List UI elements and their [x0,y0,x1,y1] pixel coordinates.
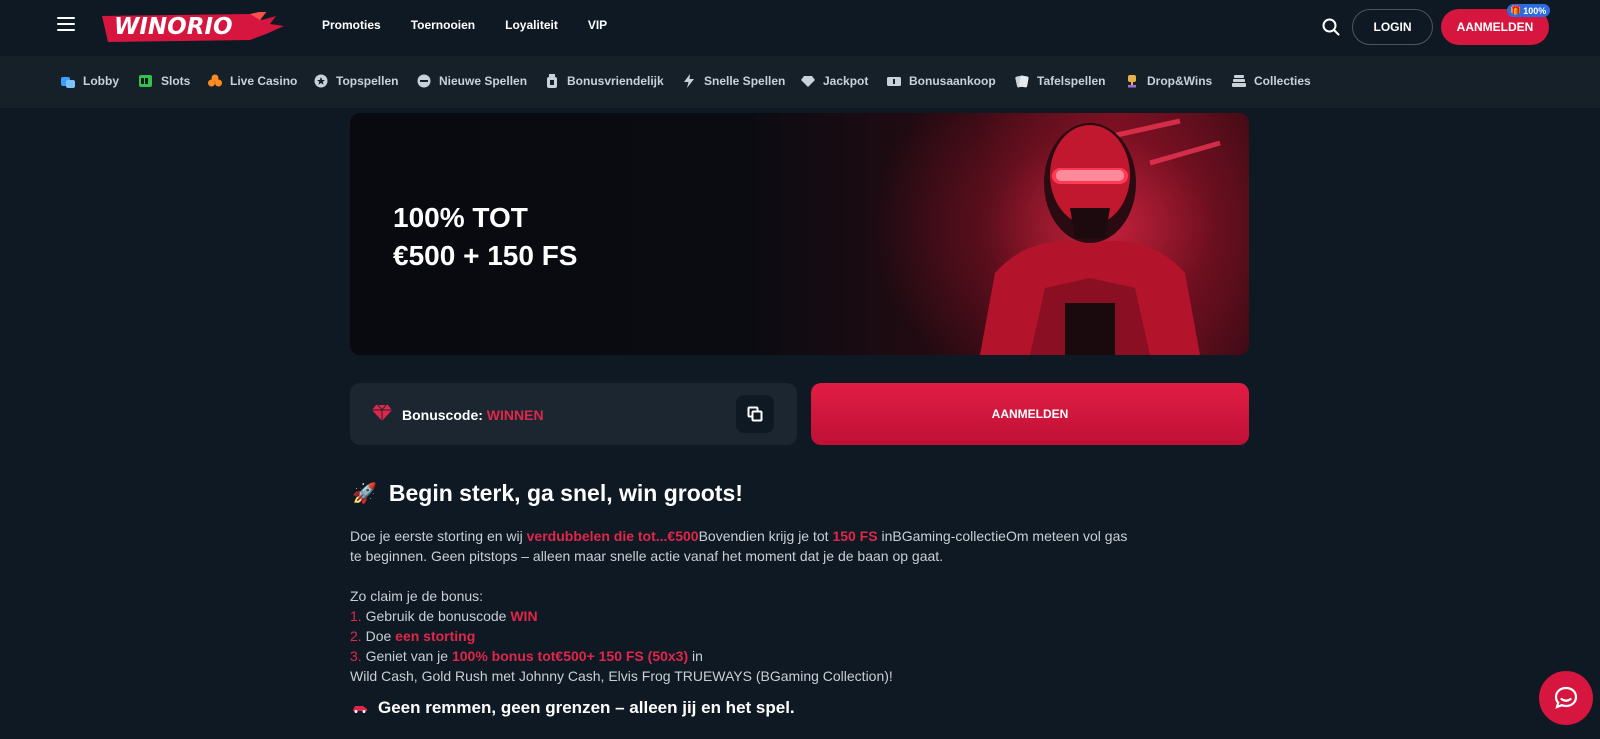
highlight-text: 100% bonus tot€500+ 150 FS (50x3) [451,648,689,664]
hero-title: 100% TOT €500 + 150 FS [393,199,713,275]
step-1: 1. Gebruik de bonuscode WIN [350,606,1250,626]
category-nieuwe-spellen[interactable]: Nieuwe Spellen [417,73,527,89]
text: in [688,648,703,664]
category-jackpot[interactable]: Jackpot [801,73,868,89]
slots-icon [139,74,153,88]
bonus-code-label: Bonuscode: WINNEN [402,407,544,423]
category-collecties[interactable]: Collecties [1232,73,1311,89]
step-2: 2. Doe een storting [350,626,1250,646]
intro-paragraph: Doe je eerste storting en wij verdubbele… [350,526,1250,566]
copy-icon [747,406,763,422]
signup-badge: 🎁 100% [1507,4,1551,17]
category-label: Topspellen [336,74,399,88]
category-bar: Lobby Slots Live Casino Topspellen Nieuw… [0,56,1600,108]
bonus-icon [545,74,559,88]
racer-image [980,118,1221,355]
hero-title-line1: 100% TOT [393,202,528,233]
category-label: Tafelspellen [1037,74,1106,88]
category-label: Snelle Spellen [704,74,786,88]
category-lobby[interactable]: Lobby [61,73,119,89]
bonus-code-value: WINNEN [486,407,544,423]
highlight-text: WIN [510,608,538,624]
highlight-text: een storting [395,628,476,644]
category-label: Nieuwe Spellen [439,74,528,88]
menu-icon[interactable] [57,17,75,31]
category-label: Bonusaankoop [909,74,996,88]
intro-line-1: Doe je eerste storting en wij verdubbele… [350,526,1250,546]
nav-toernooien[interactable]: Toernooien [411,18,475,32]
page-heading: 🚀 Begin sterk, ga snel, win groots! [352,480,743,507]
chat-icon [1554,686,1578,709]
bonus-code-box: Bonuscode: WINNEN [350,383,797,445]
category-slots[interactable]: Slots [139,73,190,89]
text: inBGaming-collectieOm meteen vol gas [877,528,1128,544]
heading-text: Begin sterk, ga snel, win groots! [388,480,743,506]
text: Doe [361,628,396,644]
live-chat-button[interactable] [1539,671,1593,725]
logo-text: WINORIO [114,14,233,40]
copy-code-button[interactable] [736,395,774,433]
bonus-label-text: Bonuscode: [402,407,483,423]
category-topspellen[interactable]: Topspellen [314,73,398,89]
diamond-icon [801,74,815,88]
main-nav: Promoties Toernooien Loyaliteit VIP [322,18,637,32]
category-tafelspellen[interactable]: Tafelspellen [1015,73,1105,89]
rocket-icon: 🚀 [352,483,377,505]
text: Geniet van je [361,648,452,664]
steps-block: Zo claim je de bonus: 1. Gebruik de bonu… [350,586,1250,686]
lightning-icon [682,74,696,88]
category-label: Drop&Wins [1147,74,1213,88]
intro-line-2: te beginnen. Geen pitstops – alleen maar… [350,548,944,564]
steps-intro: Zo claim je de bonus: [350,588,484,604]
text: Bovendien krijg je tot [698,528,833,544]
category-label: Bonusvriendelijk [567,74,664,88]
category-live-casino[interactable]: Live Casino [208,73,297,89]
lobby-icon [61,74,75,88]
step-number: 2. [350,628,362,644]
step-number: 1. [350,608,362,624]
category-label: Collecties [1254,74,1311,88]
login-button[interactable]: LOGIN [1352,9,1433,45]
race-car-icon [353,706,367,713]
nav-promoties[interactable]: Promoties [322,18,381,32]
trophy-icon [1125,74,1139,88]
sub-heading: Geen remmen, geen grenzen – alleen jij e… [352,698,795,718]
category-label: Slots [161,74,191,88]
category-label: Jackpot [823,74,869,88]
stack-icon [1232,74,1246,88]
gem-icon [372,404,392,421]
top-header: WINORIO Promoties Toernooien Loyaliteit … [0,0,1600,54]
cards-icon [1015,74,1029,88]
hero-banner[interactable]: 100% TOT €500 + 150 FS [350,113,1249,355]
hero-title-line2: €500 + 150 FS [393,240,578,271]
nav-vip[interactable]: VIP [588,18,607,32]
text: Gebruik de bonuscode [361,608,511,624]
logo[interactable]: WINORIO [100,10,286,44]
category-label: Live Casino [230,74,298,88]
new-icon [417,74,431,88]
highlight-text: 150 FS [832,528,878,544]
text: Doe je eerste storting en wij [350,528,527,544]
category-snelle-spellen[interactable]: Snelle Spellen [682,73,785,89]
category-label: Lobby [83,74,119,88]
signup-badge-text: 100% [1523,5,1547,16]
category-drop-wins[interactable]: Drop&Wins [1125,73,1212,89]
category-bonusaankoop[interactable]: Bonusaankoop [887,73,996,89]
live-casino-icon [208,74,222,88]
nav-loyaliteit[interactable]: Loyaliteit [505,18,558,32]
step-number: 3. [350,648,362,664]
star-icon [314,74,328,88]
games-line: Wild Cash, Gold Rush met Johnny Cash, El… [350,668,893,684]
gift-icon: 🎁 [1510,5,1522,15]
sub-heading-text: Geen remmen, geen grenzen – alleen jij e… [378,698,795,717]
highlight-text: verdubbelen die tot...€500 [526,528,699,544]
search-icon[interactable] [1321,17,1341,37]
signup-cta-button[interactable]: AANMELDEN [811,383,1249,445]
ticket-icon [887,74,901,88]
category-bonusvriendelijk[interactable]: Bonusvriendelijk [545,73,664,89]
step-3: 3. Geniet van je 100% bonus tot€500+ 150… [350,646,1250,666]
